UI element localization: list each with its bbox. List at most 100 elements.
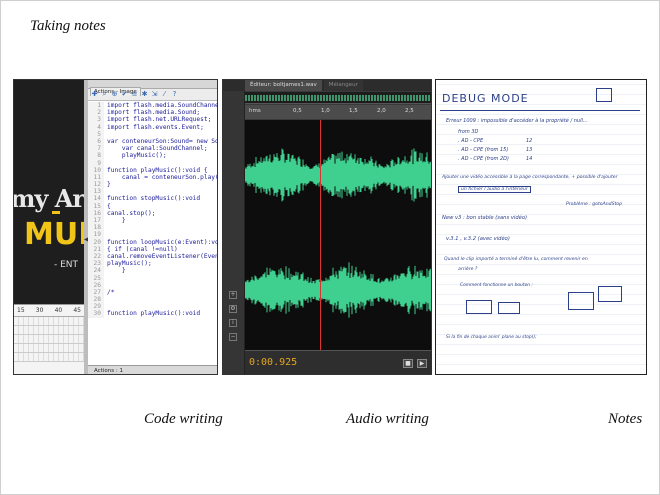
- side-number: 13: [526, 147, 533, 153]
- notes-heading: DEBUG MODE: [442, 92, 529, 105]
- code-line[interactable]: 12}: [88, 181, 217, 189]
- code-text: function playMusic():void: [107, 310, 201, 318]
- code-line[interactable]: 24 }: [88, 267, 217, 275]
- tab-editor[interactable]: Éditeur: boltjames1.wav: [245, 80, 322, 91]
- timeline-layer[interactable]: [14, 344, 84, 353]
- code-line[interactable]: 5: [88, 130, 217, 138]
- waveform-overview[interactable]: [245, 92, 431, 104]
- line-number: 14: [88, 195, 104, 203]
- code-line[interactable]: 10 function playMusic():void {: [88, 166, 217, 174]
- settings-icon[interactable]: ⚙: [229, 305, 237, 313]
- help-icon[interactable]: ?: [171, 91, 178, 98]
- timeline-layer[interactable]: [14, 335, 84, 344]
- note-line: Comment fonctionne un bouton :: [460, 283, 533, 288]
- code-line[interactable]: 9: [88, 159, 217, 167]
- zoom-out-icon[interactable]: −: [229, 333, 237, 341]
- code-line[interactable]: 20 function loopMusic(e:Event):voi: [88, 238, 218, 246]
- code-line[interactable]: 15{: [88, 202, 217, 210]
- tab-mixer[interactable]: Mélangeur: [323, 80, 363, 91]
- code-line[interactable]: 22 canal.removeEventListener(Event: [88, 252, 217, 261]
- time-display: 0:00.925: [249, 357, 298, 368]
- code-text: playMusic();: [107, 152, 167, 160]
- line-number: 18: [88, 224, 104, 232]
- line-number: 28: [88, 296, 104, 304]
- info-icon[interactable]: i: [229, 319, 237, 327]
- line-number: 19: [88, 231, 104, 239]
- code-line[interactable]: 26: [88, 281, 217, 289]
- code-line[interactable]: 18: [88, 224, 217, 232]
- code-line[interactable]: 27/*: [88, 288, 217, 297]
- code-line[interactable]: 2 import flash.media.Sound;: [88, 109, 217, 117]
- code-line[interactable]: 7 var canal:SoundChannel;: [88, 145, 217, 153]
- note-line: Problème : gotoAndStop: [566, 202, 623, 207]
- waveform-channel: [245, 262, 431, 318]
- code-editor[interactable]: 1 import flash.media.SoundChannel; 2 import…: [88, 102, 218, 364]
- line-number: 3: [88, 116, 104, 124]
- code-line[interactable]: 21{ if (canal !=null): [88, 245, 217, 253]
- timeline-tick: 30: [35, 307, 44, 314]
- timeline-layer[interactable]: [14, 353, 84, 362]
- code-line[interactable]: 6 var conteneurSon:Sound= new Sou: [88, 137, 217, 146]
- code-line[interactable]: 23 playMusic();: [88, 260, 217, 268]
- code-line[interactable]: 8 playMusic();: [88, 152, 217, 160]
- code-line[interactable]: 19: [88, 231, 217, 239]
- code-line[interactable]: 29: [88, 303, 217, 311]
- check-icon[interactable]: ✔: [121, 91, 128, 98]
- waveform-view[interactable]: [245, 120, 431, 350]
- note-line: arrière ?: [458, 267, 478, 272]
- slide-title: Taking notes: [30, 18, 106, 34]
- waveform-svg: [245, 148, 431, 318]
- note-line: . AD - CPE (from 15): [458, 147, 509, 153]
- code-line[interactable]: 28: [88, 296, 217, 304]
- actions-status-tab[interactable]: Actions : 1: [88, 365, 217, 374]
- line-number: 6: [88, 137, 104, 146]
- code-line[interactable]: 4 import flash.events.Event;: [88, 123, 217, 131]
- paper-lines: [436, 80, 646, 374]
- timeline-ruler: 15 30 40 45: [14, 305, 84, 317]
- code-line[interactable]: 25: [88, 274, 217, 282]
- code-line[interactable]: 16 canal.stop();: [88, 209, 217, 217]
- playhead-cursor[interactable]: [320, 120, 321, 350]
- debug-icon[interactable]: ✱: [141, 91, 148, 98]
- code-line[interactable]: 13: [88, 188, 217, 196]
- line-number: 10: [88, 166, 104, 174]
- side-number: 12: [526, 138, 533, 144]
- code-text: {: [107, 202, 111, 210]
- ruler-unit: hms: [249, 108, 261, 114]
- timeline-panel[interactable]: 15 30 40 45: [14, 304, 84, 374]
- code-line[interactable]: 17 }: [88, 217, 217, 225]
- note-line: un fichier / audio à l'intérieur: [458, 186, 531, 193]
- stop-button[interactable]: ■: [403, 359, 413, 368]
- code-line[interactable]: 30 function playMusic():void: [88, 310, 217, 318]
- collapse-icon[interactable]: ⇲: [151, 91, 158, 98]
- add-icon[interactable]: ✚: [91, 91, 98, 98]
- code-text: function stopMusic():void: [107, 195, 201, 203]
- code-text: /*: [107, 288, 115, 296]
- timeline-layer[interactable]: [14, 317, 84, 326]
- code-text: var canal:SoundChannel;: [107, 145, 208, 153]
- code-line[interactable]: 3 import flash.net.URLRequest;: [88, 116, 217, 124]
- note-line: Erreur 1009 : impossible d'accéder à la …: [446, 118, 588, 124]
- art-decoration: [52, 211, 60, 214]
- line-number: 15: [88, 202, 104, 210]
- comment-icon[interactable]: ⁄: [161, 91, 168, 98]
- zoom-in-icon[interactable]: +: [229, 291, 237, 299]
- underline: [440, 110, 640, 111]
- code-line[interactable]: 14 function stopMusic():void: [88, 195, 217, 203]
- format-icon[interactable]: ≡: [131, 91, 138, 98]
- art-text-2: MUN: [24, 217, 84, 252]
- overview-waveform: [245, 95, 431, 101]
- slide: Taking notes my Ar MUN - ENT 15 30 40 45…: [0, 0, 660, 495]
- time-ruler[interactable]: hms 0,51,01,52,02,53,0: [245, 105, 431, 119]
- timeline-layer[interactable]: [14, 326, 84, 335]
- sketch-box: [596, 88, 612, 102]
- code-text: function playMusic():void {: [107, 166, 208, 174]
- code-text: function loopMusic(e:Event):voi: [107, 238, 218, 246]
- art-text-3: - ENT: [54, 260, 79, 270]
- play-button[interactable]: ▶: [417, 359, 427, 368]
- target-icon[interactable]: ⊕: [111, 91, 118, 98]
- code-line[interactable]: 1 import flash.media.SoundChannel;: [88, 102, 217, 110]
- code-line[interactable]: 11 canal = conteneurSon.play(: [88, 173, 217, 182]
- search-icon[interactable]: ⌕: [101, 91, 108, 98]
